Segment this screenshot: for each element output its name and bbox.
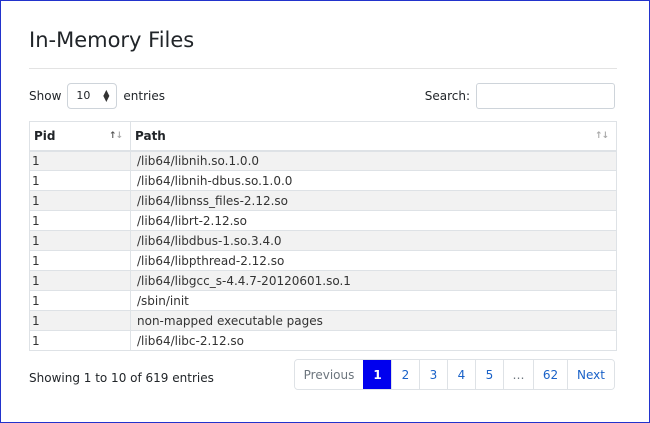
table-header-row: Pid ↑↓ Path ↑↓ [29, 121, 617, 152]
app-frame: In-Memory Files Show 10 ▲ ▼ entries Searc… [0, 0, 650, 423]
cell-path: /lib64/libnss_files-2.12.so [130, 190, 617, 211]
column-header-path[interactable]: Path ↑↓ [130, 121, 617, 152]
pagination-ellipsis: … [503, 360, 533, 389]
entries-label: entries [123, 88, 165, 103]
table-row: 1 /sbin/init [29, 290, 617, 311]
cell-pid: 1 [29, 250, 131, 271]
title-divider [29, 68, 617, 69]
page-button-2[interactable]: 2 [391, 360, 419, 389]
cell-pid: 1 [29, 150, 131, 171]
table-info: Showing 1 to 10 of 619 entries [29, 371, 214, 385]
in-memory-files-table: Pid ↑↓ Path ↑↓ 1 /lib64/libnih.so.1.0.0 … [29, 121, 617, 351]
table-row: 1 /lib64/librt-2.12.so [29, 210, 617, 231]
search-input[interactable] [476, 83, 615, 109]
cell-pid: 1 [29, 230, 131, 251]
column-header-label: Path [135, 128, 166, 143]
previous-page-button[interactable]: Previous [295, 360, 363, 389]
cell-pid: 1 [29, 310, 131, 331]
cell-path: /lib64/librt-2.12.so [130, 210, 617, 231]
column-header-label: Pid [34, 128, 56, 143]
cell-pid: 1 [29, 330, 131, 351]
sort-unsorted-icon: ↑↓ [594, 131, 609, 141]
entries-per-page-value: 10 [76, 89, 91, 102]
cell-path: non-mapped executable pages [130, 310, 617, 331]
page-button-5[interactable]: 5 [475, 360, 503, 389]
sort-ascending-icon: ↑↓ [108, 131, 123, 141]
table-row: 1 /lib64/libpthread-2.12.so [29, 250, 617, 271]
table-row: 1 /lib64/libc-2.12.so [29, 330, 617, 351]
cell-pid: 1 [29, 290, 131, 311]
page-button-1[interactable]: 1 [363, 360, 391, 389]
page-button-last[interactable]: 62 [533, 360, 567, 389]
cell-path: /lib64/libpthread-2.12.so [130, 250, 617, 271]
cell-pid: 1 [29, 190, 131, 211]
page-button-3[interactable]: 3 [419, 360, 447, 389]
page-button-4[interactable]: 4 [447, 360, 475, 389]
show-label: Show [29, 88, 62, 103]
cell-path: /lib64/libc-2.12.so [130, 330, 617, 351]
cell-path: /lib64/libnih-dbus.so.1.0.0 [130, 170, 617, 191]
entries-per-page-select[interactable]: 10 ▲ ▼ [67, 82, 118, 109]
cell-path: /lib64/libdbus-1.so.3.4.0 [130, 230, 617, 251]
cell-path: /lib64/libgcc_s-4.4.7-20120601.so.1 [130, 270, 617, 291]
cell-pid: 1 [29, 210, 131, 231]
table-row: 1 /lib64/libnih.so.1.0.0 [29, 150, 617, 171]
updown-chevron-icon: ▲ ▼ [103, 87, 110, 103]
search-control: Search: [425, 83, 615, 109]
search-label: Search: [424, 89, 470, 103]
cell-path: /sbin/init [130, 290, 617, 311]
page-title: In-Memory Files [29, 28, 195, 52]
column-header-pid[interactable]: Pid ↑↓ [29, 121, 131, 152]
next-page-button[interactable]: Next [567, 360, 614, 389]
cell-pid: 1 [29, 170, 131, 191]
table-row: 1 /lib64/libdbus-1.so.3.4.0 [29, 230, 617, 251]
cell-pid: 1 [29, 270, 131, 291]
cell-path: /lib64/libnih.so.1.0.0 [130, 150, 617, 171]
table-row: 1 /lib64/libnss_files-2.12.so [29, 190, 617, 211]
length-control: Show 10 ▲ ▼ entries [29, 82, 165, 109]
table-row: 1 /lib64/libgcc_s-4.4.7-20120601.so.1 [29, 270, 617, 291]
pagination: Previous 1 2 3 4 5 … 62 Next [294, 359, 615, 390]
table-row: 1 /lib64/libnih-dbus.so.1.0.0 [29, 170, 617, 191]
table-row: 1 non-mapped executable pages [29, 310, 617, 331]
